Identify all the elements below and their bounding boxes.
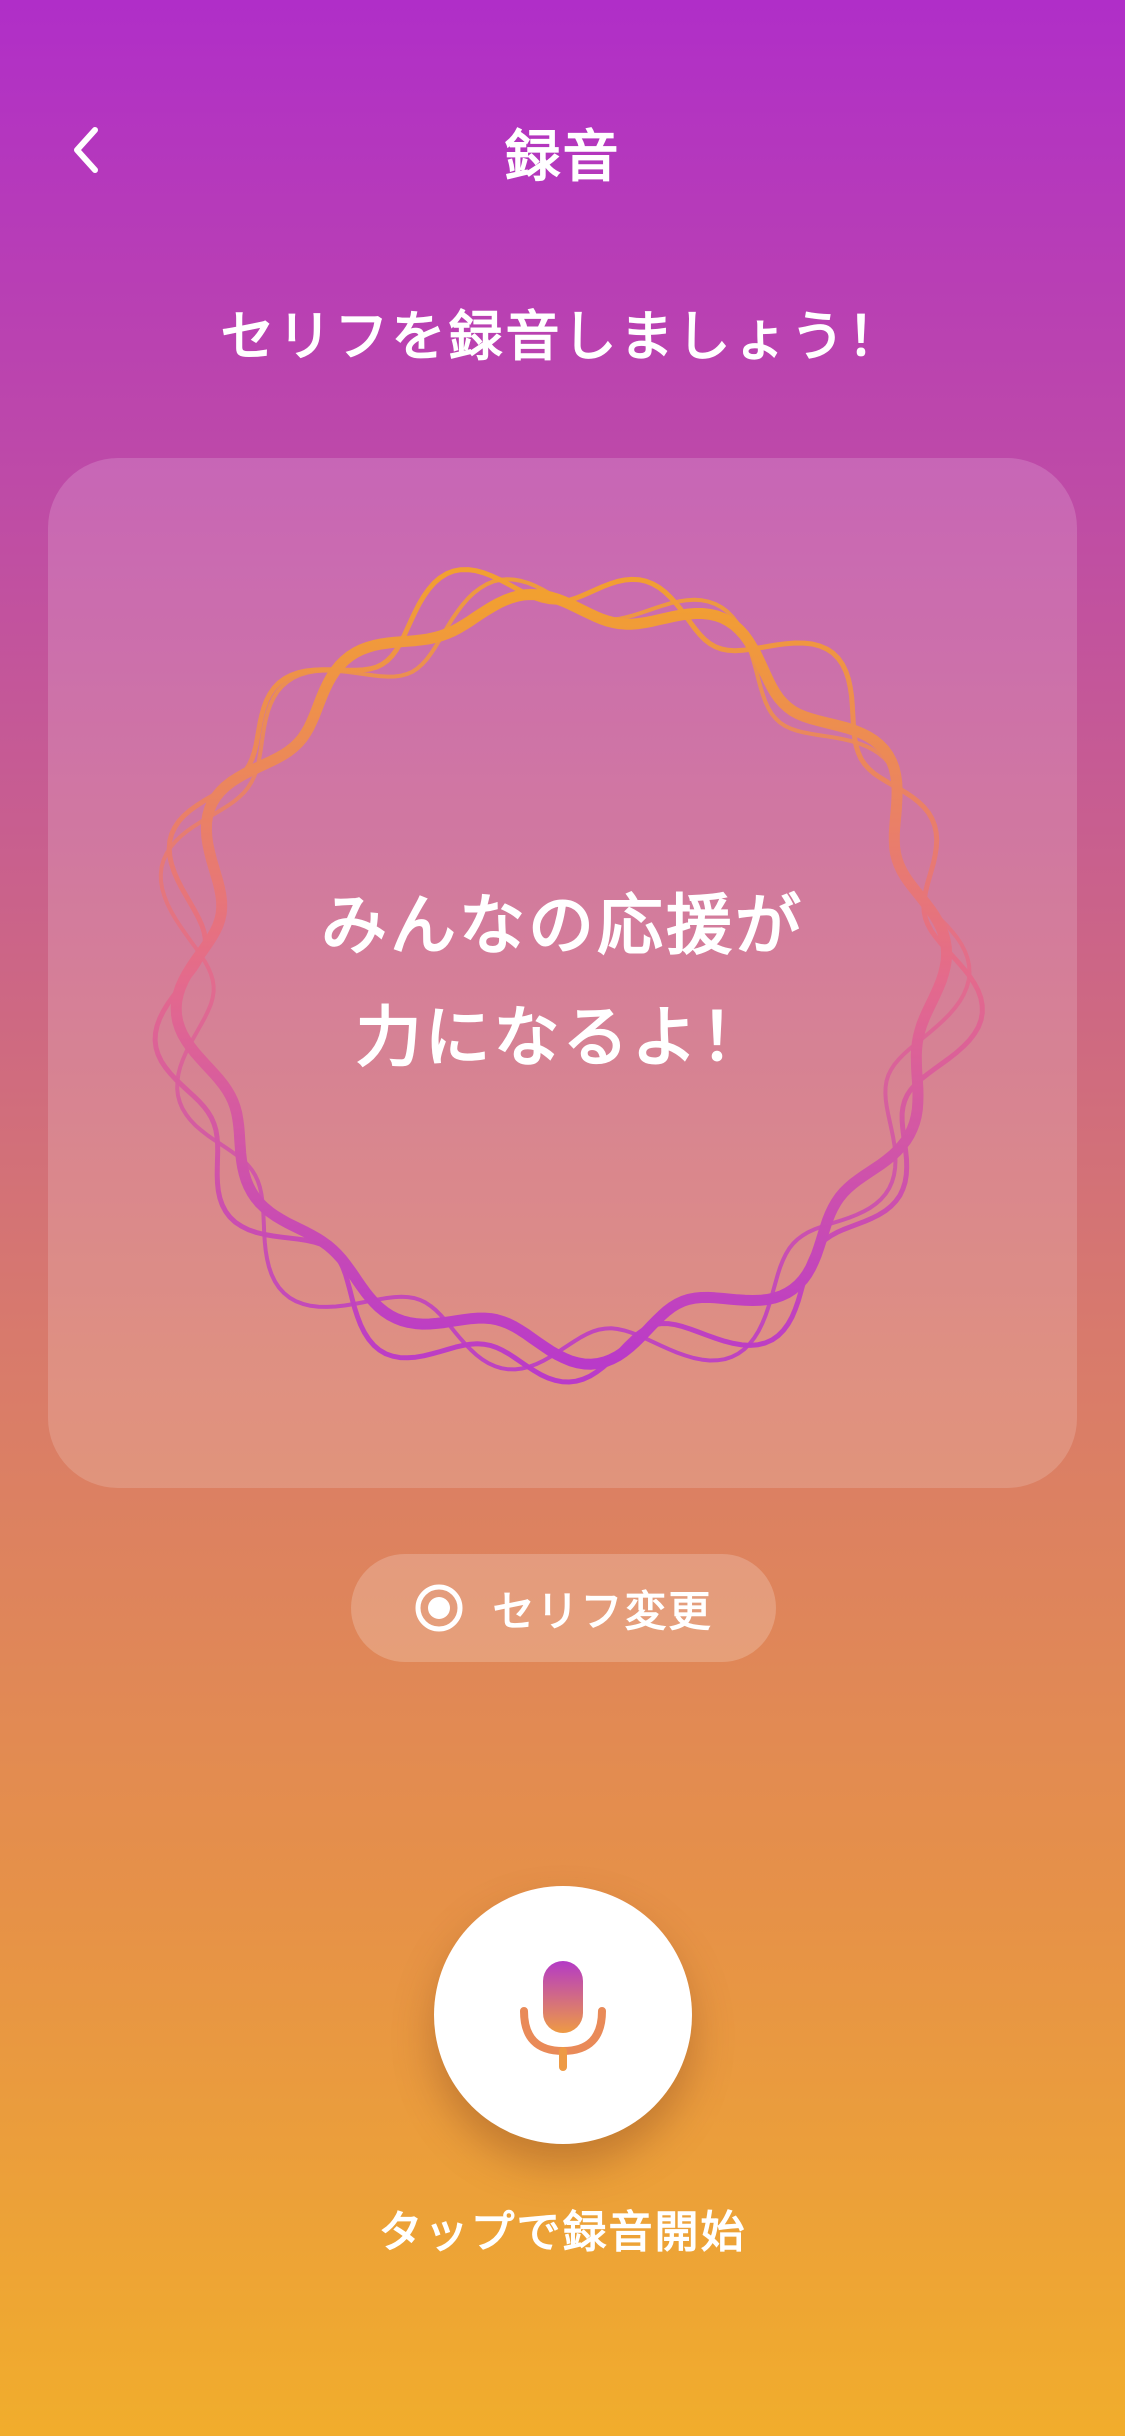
recording-screen: 録音 セリフを録音しましょう！ みんなの応援が 力になるよ！ セリフ変更 タップ… [0,0,1125,2436]
change-script-label: セリフ変更 [492,1586,713,1636]
script-card: みんなの応援が 力になるよ！ [48,458,1077,1488]
script-line-2: 力になるよ！ [355,999,770,1076]
instruction-heading: セリフを録音しましょう！ [220,305,905,368]
record-hint: タップで録音開始 [378,2207,747,2258]
script-text: みんなの応援が 力になるよ！ [48,870,1077,1094]
script-line-1: みんなの応援が [321,887,804,964]
radio-selected-icon [415,1584,463,1632]
microphone-icon [520,1961,606,2071]
record-button[interactable] [434,1886,692,2144]
change-script-button[interactable]: セリフ変更 [351,1554,776,1662]
page-title: 録音 [504,125,621,190]
